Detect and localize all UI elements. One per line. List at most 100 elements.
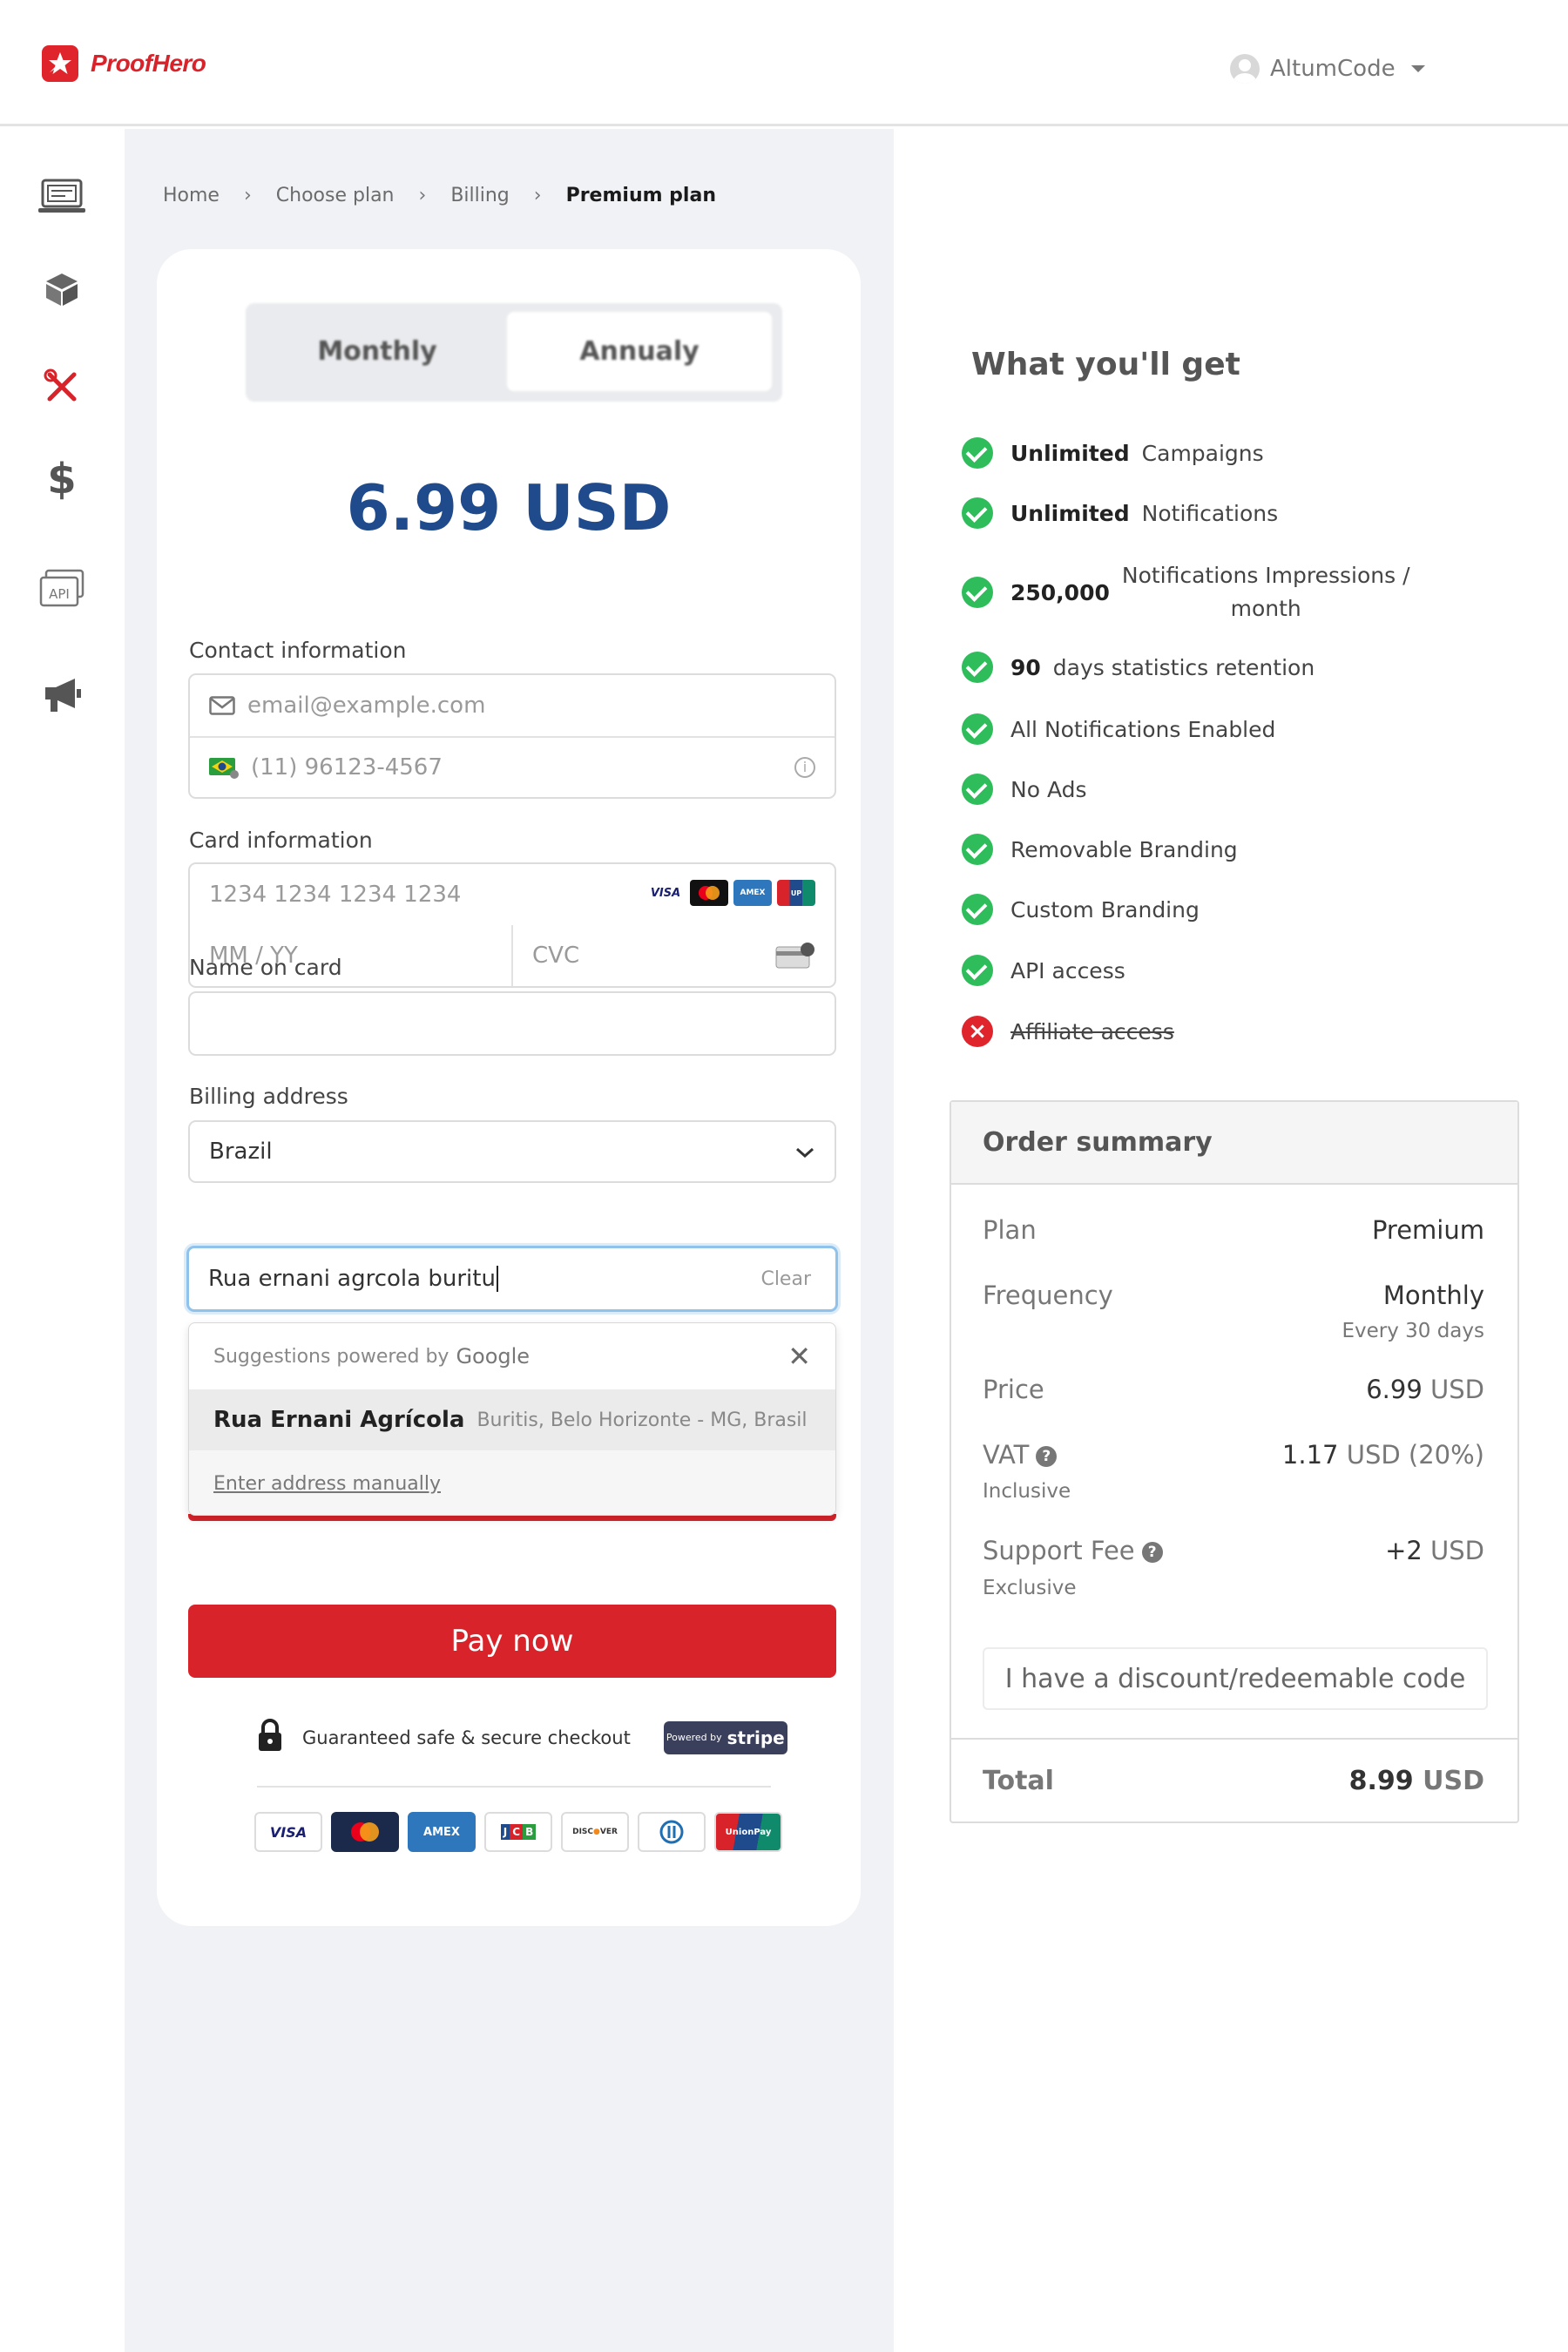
summary-total-row: Total 8.99 USD xyxy=(983,1766,1484,1796)
amex-icon: AMEX xyxy=(408,1812,476,1852)
feature-text: No Ads xyxy=(1010,776,1087,802)
cvc-field[interactable]: CVC xyxy=(511,925,835,986)
suggestions-header: Suggestions powered by Google ✕ xyxy=(189,1323,835,1389)
help-icon[interactable]: ? xyxy=(1141,1542,1163,1563)
chevron-right-icon: › xyxy=(418,185,427,206)
mastercard-icon xyxy=(690,880,728,906)
megaphone-icon[interactable] xyxy=(31,669,92,721)
total-amount: 8.99 xyxy=(1348,1766,1414,1796)
close-icon[interactable]: ✕ xyxy=(787,1340,811,1373)
vat-label: VAT xyxy=(983,1440,1030,1470)
fee-amount: +2 xyxy=(1385,1536,1423,1565)
help-icon[interactable]: ? xyxy=(1036,1446,1058,1467)
contact-fields: email@example.com (11) 96123-4567 i xyxy=(188,673,836,799)
visa-icon: VISA xyxy=(650,886,681,900)
price-unit: USD xyxy=(1430,1375,1484,1404)
total-unit: USD xyxy=(1423,1766,1484,1796)
feature-highlight: Unlimited xyxy=(1010,500,1130,526)
country-value: Brazil xyxy=(209,1139,273,1165)
suggestion-locality: Buritis, Belo Horizonte - MG, Brasil xyxy=(476,1409,808,1431)
breadcrumb-billing[interactable]: Billing xyxy=(450,185,509,206)
mail-icon xyxy=(209,696,235,715)
discount-code-button[interactable]: I have a discount/redeemable code xyxy=(983,1647,1488,1710)
x-circle-icon: × xyxy=(962,1016,993,1047)
billing-label: Billing address xyxy=(189,1084,348,1109)
check-icon xyxy=(962,955,993,986)
cvc-placeholder: CVC xyxy=(532,943,580,969)
feature-text: Removable Branding xyxy=(1010,836,1238,862)
country-select[interactable]: Brazil xyxy=(188,1120,836,1183)
check-icon xyxy=(962,894,993,925)
name-label: Name on card xyxy=(189,955,342,980)
feature-highlight: Unlimited xyxy=(1010,440,1130,466)
breadcrumb-home[interactable]: Home xyxy=(163,185,220,206)
name-on-card-input[interactable] xyxy=(188,991,836,1056)
divider xyxy=(257,1786,771,1788)
info-icon[interactable]: i xyxy=(794,757,815,778)
feature-text: days statistics retention xyxy=(1052,654,1315,680)
card-number-field[interactable]: 1234 1234 1234 1234 VISA AMEX UP xyxy=(190,864,835,925)
discover-icon: DISC ● VER xyxy=(561,1812,629,1852)
price-amount: 6.99 xyxy=(1366,1375,1423,1404)
brand-logo[interactable]: ProofHero xyxy=(42,45,206,82)
feature-text-line1: Notifications Impressions / xyxy=(1121,563,1410,588)
visa-icon: VISA xyxy=(254,1812,322,1852)
feature-item: Unlimited Notifications xyxy=(962,497,1278,529)
clear-button[interactable]: Clear xyxy=(760,1268,811,1290)
stripe-logo: stripe xyxy=(727,1727,785,1748)
phone-field[interactable]: (11) 96123-4567 i xyxy=(190,736,835,797)
amex-icon: AMEX xyxy=(733,880,772,906)
feature-text: Campaigns xyxy=(1141,440,1264,466)
card-label: Card information xyxy=(189,828,373,853)
avatar xyxy=(1230,54,1260,84)
toggle-monthly[interactable]: Monthly xyxy=(251,312,504,391)
address-input[interactable]: Rua ernani agrcola buritu Clear xyxy=(186,1246,838,1312)
suggestions-caption: Suggestions powered by xyxy=(213,1345,449,1368)
feature-item: API access xyxy=(962,955,1125,986)
checkout-card: Monthly Annualy 6.99 USD Contact informa… xyxy=(157,249,861,1926)
contact-label: Contact information xyxy=(189,638,407,663)
chevron-right-icon: › xyxy=(533,185,542,206)
suggestion-item[interactable]: Rua Ernani Agrícola Buritis, Belo Horizo… xyxy=(189,1389,835,1450)
summary-plan-row: Plan Premium xyxy=(983,1215,1484,1245)
features-title: What you'll get xyxy=(971,347,1240,382)
text-cursor xyxy=(496,1266,498,1292)
user-menu[interactable]: AltumCode xyxy=(1230,54,1425,84)
summary-fee-row: Support Fee? +2 USD xyxy=(983,1536,1484,1565)
package-icon[interactable] xyxy=(31,263,92,315)
stripe-caption: Powered by xyxy=(666,1732,722,1743)
chevron-right-icon: › xyxy=(243,185,252,206)
enter-address-manually-link[interactable]: Enter address manually xyxy=(189,1450,835,1515)
summary-vat-row: VAT? 1.17 USD (20%) xyxy=(983,1440,1484,1470)
breadcrumb-choose-plan[interactable]: Choose plan xyxy=(276,185,395,206)
total-label: Total xyxy=(983,1766,1054,1796)
breadcrumb: Home › Choose plan › Billing › Premium p… xyxy=(163,185,716,206)
vat-unit: USD (20%) xyxy=(1346,1440,1484,1470)
unionpay-icon: UnionPay xyxy=(714,1812,782,1852)
sidebar: $ API xyxy=(0,129,125,2352)
email-field[interactable]: email@example.com xyxy=(190,675,835,736)
secure-checkout-badge: Guaranteed safe & secure checkout Powere… xyxy=(257,1718,787,1757)
frequency-value: Monthly xyxy=(1382,1281,1484,1310)
toggle-annual[interactable]: Annualy xyxy=(507,312,772,391)
dashboard-icon[interactable] xyxy=(31,171,92,223)
feature-highlight: 90 xyxy=(1010,654,1041,680)
suggestion-street: Rua Ernani Agrícola xyxy=(213,1407,465,1433)
top-bar: ProofHero AltumCode xyxy=(0,0,1568,126)
logo-icon xyxy=(42,45,78,82)
check-icon xyxy=(962,497,993,529)
tools-icon[interactable] xyxy=(31,361,92,413)
mastercard-icon xyxy=(331,1812,399,1852)
feature-text-line2: month xyxy=(1230,596,1301,621)
vat-sub: Inclusive xyxy=(983,1480,1071,1503)
check-icon xyxy=(962,774,993,805)
dollar-icon[interactable]: $ xyxy=(31,453,92,505)
api-icon[interactable]: API xyxy=(31,564,92,617)
payment-methods: VISA AMEX JCB DISC ● VER UnionPay xyxy=(254,1812,782,1852)
price-label: Price xyxy=(983,1375,1044,1404)
svg-text:API: API xyxy=(49,586,70,602)
feature-text: Affiliate access xyxy=(1010,1018,1174,1044)
check-icon xyxy=(962,437,993,469)
pay-now-button[interactable]: Pay now xyxy=(188,1605,836,1678)
cvc-card-icon xyxy=(775,943,815,975)
